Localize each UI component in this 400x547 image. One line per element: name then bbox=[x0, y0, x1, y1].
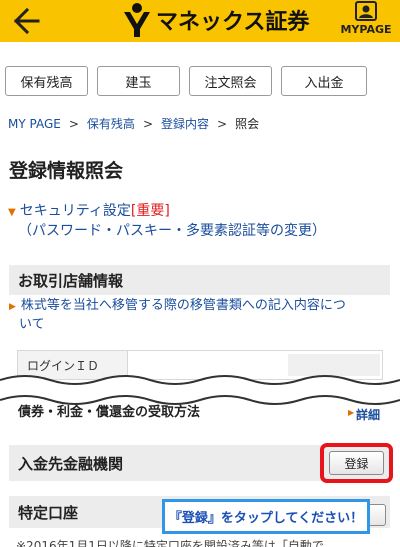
transfer-link-line1[interactable]: 株式等を当社へ移管する際の移管書類への記入内容につ bbox=[21, 298, 346, 313]
breadcrumb-current: 照会 bbox=[235, 117, 260, 131]
bond-receipt-label: 債券・利金・償還金の受取方法 bbox=[18, 405, 201, 419]
security-detail-text[interactable]: （パスワード・パスキー・多要素認証等の変更） bbox=[8, 222, 326, 241]
security-settings-link[interactable]: ▼ セキュリティ設定[重要] （パスワード・パスキー・多要素認証等の変更） bbox=[8, 202, 326, 241]
mypage-label: MYPAGE bbox=[340, 23, 392, 36]
important-label: [重要] bbox=[130, 203, 170, 219]
person-card-icon bbox=[355, 1, 377, 21]
triangle-right-icon: ▶ bbox=[348, 408, 355, 417]
page-title: 登録情報照会 bbox=[9, 160, 124, 182]
tab-deposit-withdrawal[interactable]: 入出金 bbox=[281, 66, 367, 96]
arrow-left-icon[interactable] bbox=[10, 4, 50, 38]
breadcrumb-separator: > bbox=[142, 117, 153, 131]
breadcrumb-mypage[interactable]: MY PAGE bbox=[8, 117, 61, 131]
bond-receipt-row: 債券・利金・償還金の受取方法 bbox=[18, 403, 388, 419]
breadcrumb: MY PAGE > 保有残高 > 登録内容 > 照会 bbox=[8, 115, 259, 132]
footnote-text: ※2016年1月1日以降に特定口座を開設済み等は「自動で bbox=[16, 539, 324, 547]
register-button[interactable]: 登録 bbox=[329, 451, 384, 475]
tab-order-inquiry[interactable]: 注文照会 bbox=[189, 66, 272, 96]
transfer-document-link[interactable]: ▶ 株式等を当社へ移管する際の移管書類への記入内容につ いて bbox=[9, 297, 389, 334]
tab-positions[interactable]: 建玉 bbox=[97, 66, 180, 96]
section-header-store: お取引店舗情報 bbox=[9, 265, 390, 295]
monex-logo-icon bbox=[124, 3, 150, 37]
app-header: マネックス証券 MYPAGE bbox=[0, 0, 400, 42]
detail-link[interactable]: 詳細 bbox=[356, 406, 380, 423]
breadcrumb-separator: > bbox=[68, 117, 79, 131]
triangle-right-icon: ▶ bbox=[9, 302, 16, 312]
transfer-link-line2[interactable]: いて bbox=[9, 316, 389, 334]
breadcrumb-holdings[interactable]: 保有残高 bbox=[87, 117, 135, 131]
breadcrumb-registration[interactable]: 登録内容 bbox=[161, 117, 209, 131]
tab-bar: 保有残高 建玉 注文照会 入出金 bbox=[5, 66, 397, 96]
tap-instruction-callout: 『登録』をタップしてください！ bbox=[162, 499, 370, 534]
logo-text: マネックス証券 bbox=[156, 10, 310, 35]
page-break-wave bbox=[0, 375, 400, 405]
triangle-bullet-icon: ▼ bbox=[8, 207, 16, 218]
breadcrumb-separator: > bbox=[217, 117, 228, 131]
security-link-text[interactable]: セキュリティ設定 bbox=[20, 203, 131, 219]
monex-logo[interactable]: マネックス証券 bbox=[122, 0, 309, 40]
tab-holdings[interactable]: 保有残高 bbox=[5, 66, 88, 96]
mypage-button[interactable]: MYPAGE bbox=[338, 0, 394, 42]
